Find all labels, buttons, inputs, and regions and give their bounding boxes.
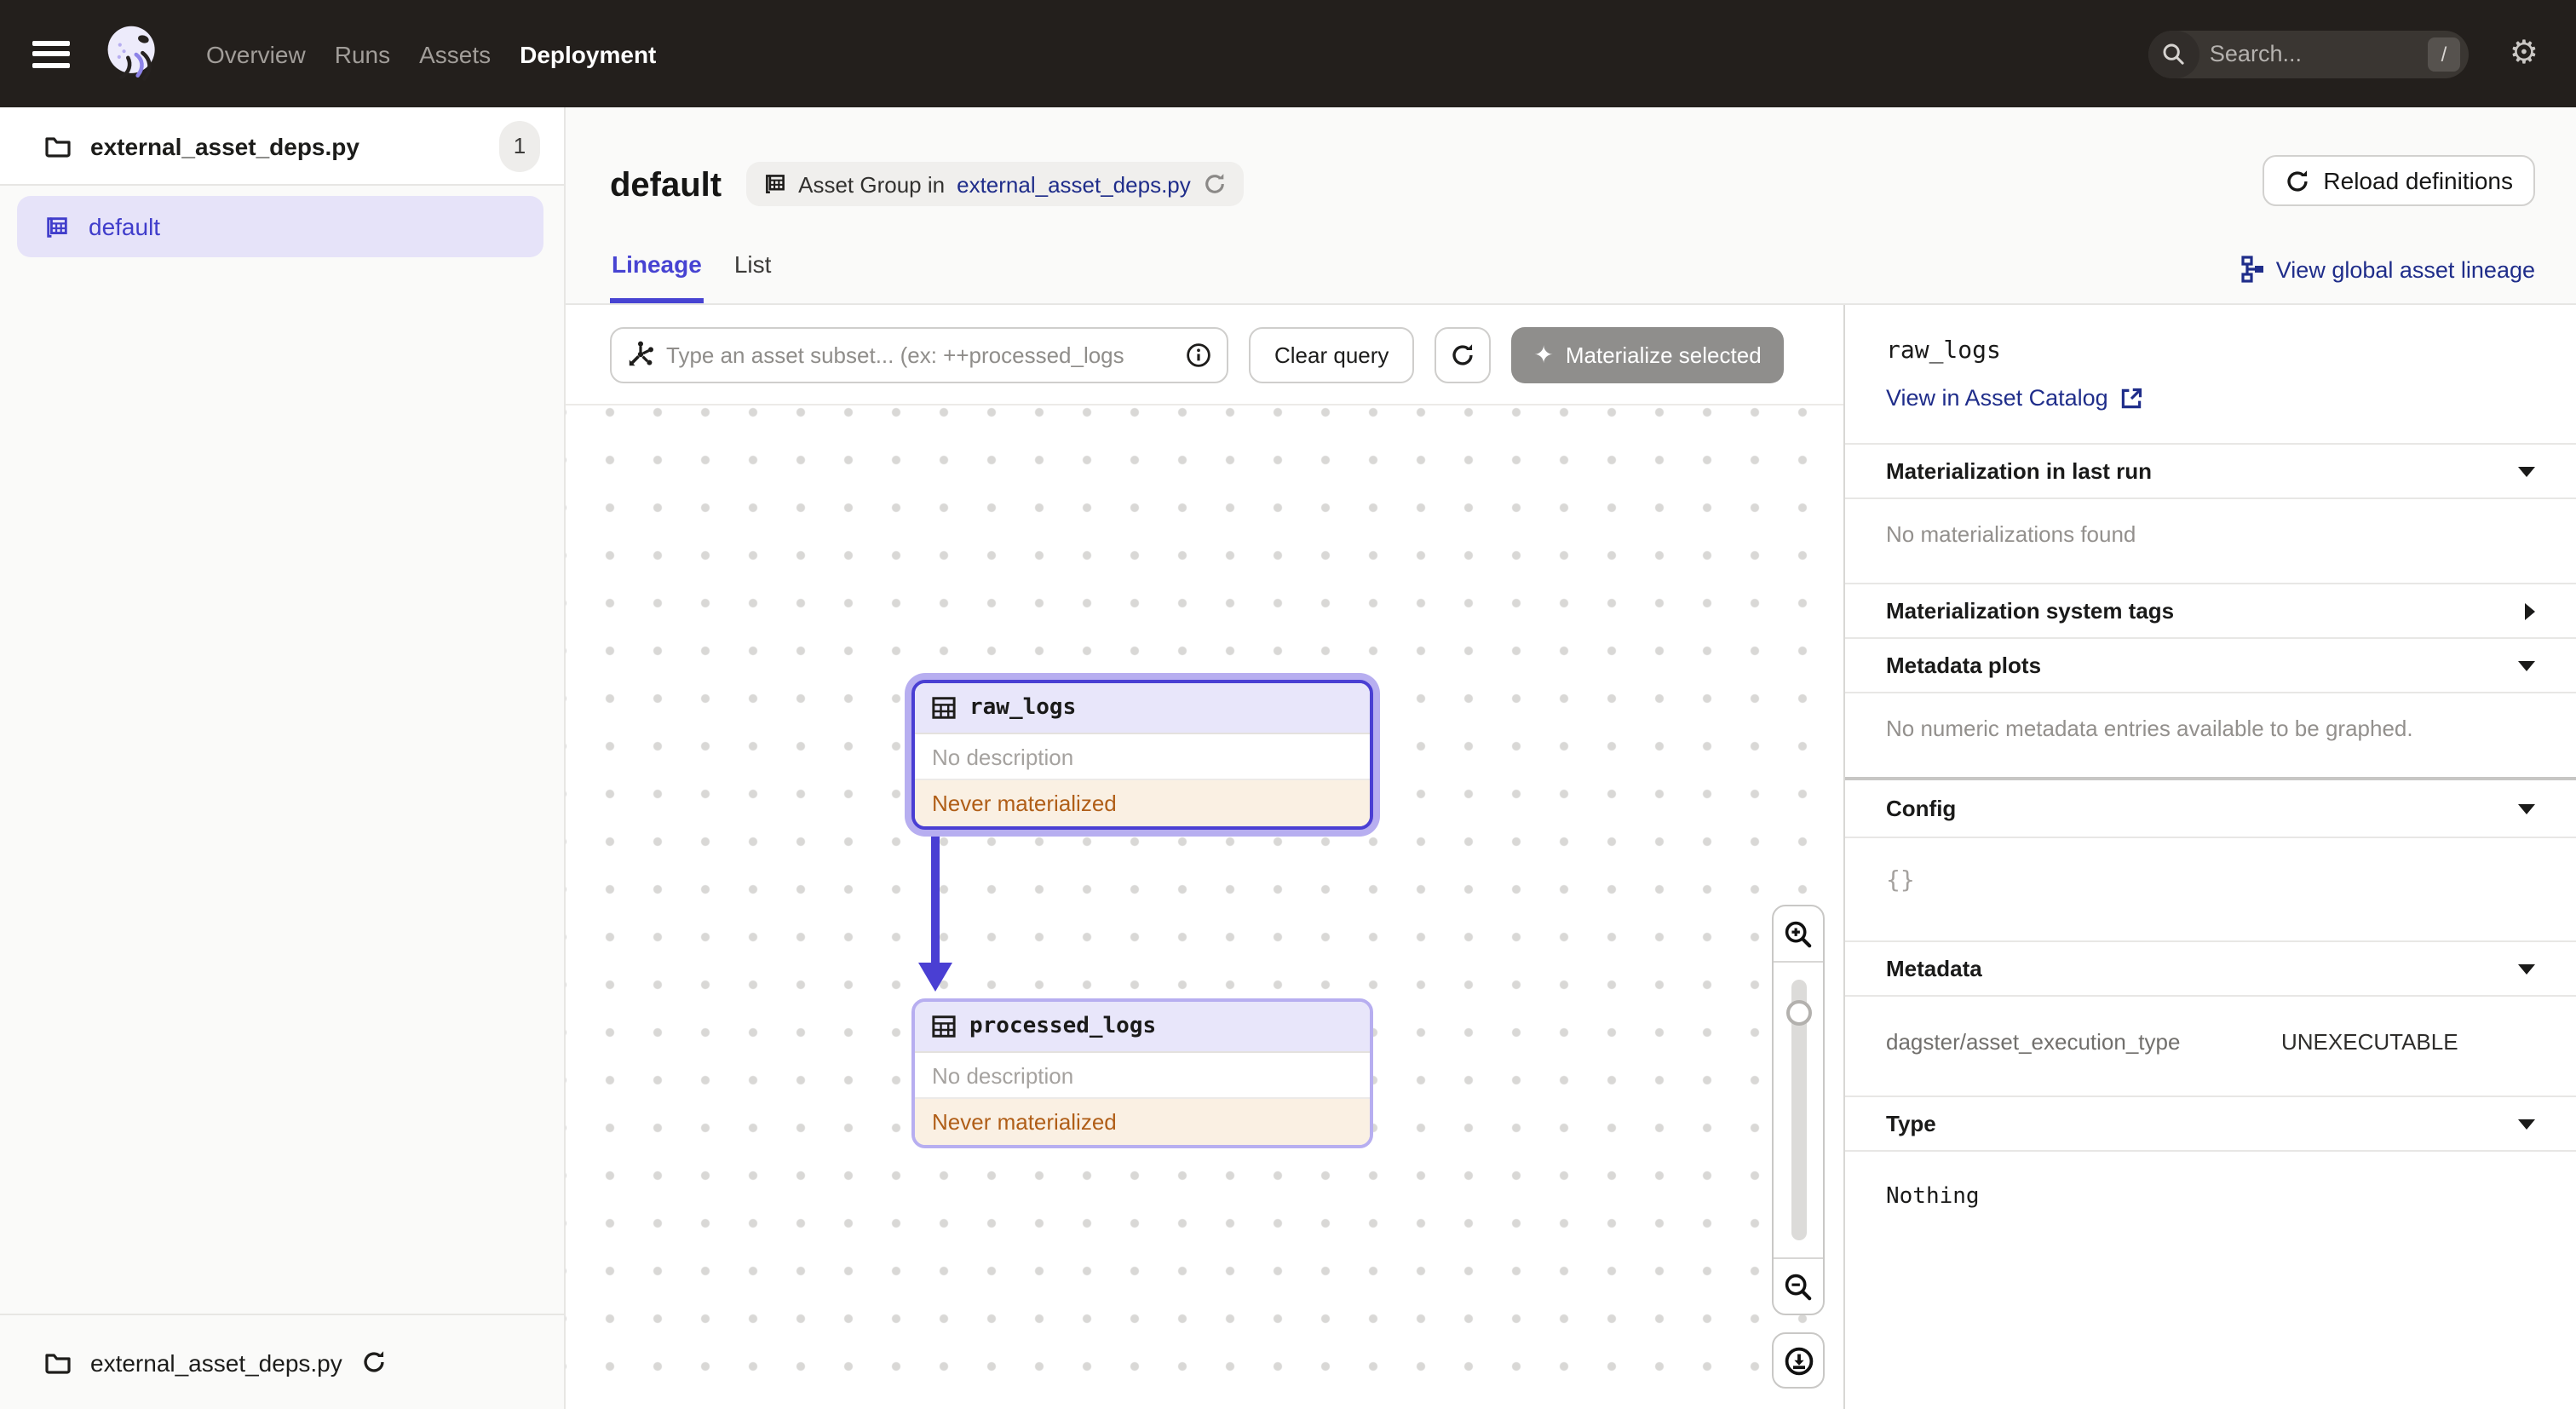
asset-subset-input-wrapper[interactable]: [610, 326, 1228, 382]
chevron-down-icon: [2518, 803, 2535, 814]
repo-name: external_asset_deps.py: [90, 132, 359, 159]
page-header: default Asset Group in external_asset_de…: [566, 107, 2576, 206]
table-icon: [932, 697, 956, 719]
nav-runs[interactable]: Runs: [335, 40, 390, 67]
tab-lineage[interactable]: Lineage: [610, 250, 704, 303]
zoom-slider[interactable]: [1774, 961, 1823, 1259]
footer-repo-name: external_asset_deps.py: [90, 1349, 342, 1376]
zoom-in-button[interactable]: [1774, 906, 1823, 961]
asset-subset-input[interactable]: [666, 342, 1174, 367]
asset-group-icon: [765, 175, 785, 193]
asset-node-raw-logs[interactable]: raw_logs No description Never materializ…: [911, 680, 1373, 830]
refresh-icon: [1452, 343, 1474, 365]
context-repo-link[interactable]: external_asset_deps.py: [957, 171, 1191, 197]
materialize-selected-button[interactable]: ✦ Materialize selected: [1511, 326, 1784, 382]
chevron-right-icon: [2525, 602, 2535, 619]
section-body-materialization: No materializations found: [1845, 497, 2576, 583]
chevron-down-icon: [2518, 1119, 2535, 1129]
tab-list[interactable]: List: [733, 250, 773, 303]
chevron-down-icon: [2518, 660, 2535, 670]
chevron-down-icon: [2518, 963, 2535, 974]
asset-node-description: No description: [915, 1053, 1370, 1099]
folder-icon: [45, 1353, 71, 1373]
search-icon: [2148, 30, 2199, 78]
asset-node-label: processed_logs: [969, 1014, 1157, 1039]
section-materialization-system-tags[interactable]: Materialization system tags: [1845, 583, 2576, 637]
zoom-in-icon: [1785, 920, 1812, 947]
asset-node-processed-logs[interactable]: processed_logs No description Never mate…: [911, 998, 1373, 1148]
folder-icon: [45, 136, 71, 157]
refresh-icon: [2286, 170, 2308, 191]
section-metadata[interactable]: Metadata: [1845, 940, 2576, 995]
asset-detail-panel: raw_logs View in Asset Catalog Materiali…: [1843, 305, 2576, 1409]
asset-node-status: Never materialized: [915, 780, 1370, 826]
section-config[interactable]: Config: [1845, 777, 2576, 837]
lineage-edge-arrow: [918, 837, 952, 992]
view-in-asset-catalog-link[interactable]: View in Asset Catalog: [1886, 385, 2144, 411]
asset-node-description: No description: [915, 734, 1370, 780]
search-input[interactable]: [2199, 41, 2428, 66]
info-icon[interactable]: [1186, 342, 1211, 367]
asset-node-label: raw_logs: [969, 695, 1077, 721]
table-icon: [932, 1015, 956, 1038]
asset-group-icon: [47, 216, 67, 237]
zoom-slider-thumb[interactable]: [1785, 1000, 1811, 1026]
sidebar-item-default-group[interactable]: default: [17, 196, 543, 257]
reload-definitions-button[interactable]: Reload definitions: [2262, 155, 2535, 206]
metadata-row: dagster/asset_execution_type UNEXECUTABL…: [1886, 1019, 2535, 1055]
primary-nav: Overview Runs Assets Deployment: [206, 40, 656, 67]
dagster-logo-icon[interactable]: [101, 21, 165, 86]
nav-overview[interactable]: Overview: [206, 40, 306, 67]
download-graph-button[interactable]: [1772, 1332, 1825, 1389]
selected-asset-name: raw_logs: [1886, 337, 2001, 365]
global-search[interactable]: /: [2148, 30, 2469, 78]
sparkle-icon: ✦: [1533, 341, 1554, 368]
metadata-key: dagster/asset_execution_type: [1886, 1029, 2181, 1055]
refresh-icon[interactable]: [1203, 172, 1227, 196]
search-shortcut-badge: /: [2427, 37, 2460, 71]
hamburger-menu-icon[interactable]: [32, 40, 70, 67]
lineage-graph-pane: Clear query ✦ Materialize selected: [566, 305, 1843, 1409]
group-label: default: [89, 213, 161, 240]
zoom-controls: [1772, 905, 1825, 1389]
section-materialization-last-run[interactable]: Materialization in last run: [1845, 443, 2576, 497]
section-metadata-plots[interactable]: Metadata plots: [1845, 637, 2576, 692]
gear-icon[interactable]: ⚙: [2510, 37, 2539, 70]
section-type[interactable]: Type: [1845, 1096, 2576, 1150]
view-global-asset-lineage-link[interactable]: View global asset lineage: [2240, 256, 2535, 303]
asset-group-context-pill: Asset Group in external_asset_deps.py: [745, 162, 1244, 206]
repo-asset-count-badge: 1: [499, 120, 540, 171]
download-icon: [1784, 1346, 1813, 1375]
external-link-icon: [2122, 387, 2142, 408]
context-text: Asset Group in: [798, 171, 946, 197]
section-body-metadata: dagster/asset_execution_type UNEXECUTABL…: [1845, 995, 2576, 1096]
sidebar-footer: external_asset_deps.py: [0, 1314, 564, 1409]
sidebar-repo-row[interactable]: external_asset_deps.py 1: [0, 107, 564, 186]
metadata-value: UNEXECUTABLE: [2281, 1029, 2458, 1055]
app: Overview Runs Assets Deployment / ⚙ exte…: [0, 0, 2576, 1409]
tabs-row: Lineage List View global asset lineage: [566, 206, 2576, 305]
graph-toolbar: Clear query ✦ Materialize selected: [566, 305, 1843, 405]
nav-assets[interactable]: Assets: [419, 40, 491, 67]
main-content: default Asset Group in external_asset_de…: [566, 107, 2576, 1409]
graph-refresh-button[interactable]: [1435, 326, 1492, 382]
code-location-sidebar: external_asset_deps.py 1 default externa…: [0, 107, 566, 1409]
section-body-type: Nothing: [1845, 1150, 2576, 1245]
refresh-icon[interactable]: [361, 1349, 387, 1375]
section-body-config: {}: [1845, 837, 2576, 940]
lineage-canvas[interactable]: [566, 405, 1843, 1409]
section-body-metadata-plots: No numeric metadata entries available to…: [1845, 692, 2576, 777]
zoom-out-icon: [1785, 1273, 1812, 1300]
asset-node-status: Never materialized: [915, 1099, 1370, 1145]
lineage-graph-icon: [2241, 256, 2263, 283]
chevron-down-icon: [2518, 466, 2535, 476]
asset-selector-icon: [629, 341, 653, 366]
nav-deployment[interactable]: Deployment: [520, 40, 656, 67]
top-navigation-bar: Overview Runs Assets Deployment / ⚙: [0, 0, 2576, 107]
clear-query-button[interactable]: Clear query: [1249, 326, 1415, 382]
zoom-out-button[interactable]: [1774, 1259, 1823, 1314]
page-title: default: [610, 167, 722, 204]
